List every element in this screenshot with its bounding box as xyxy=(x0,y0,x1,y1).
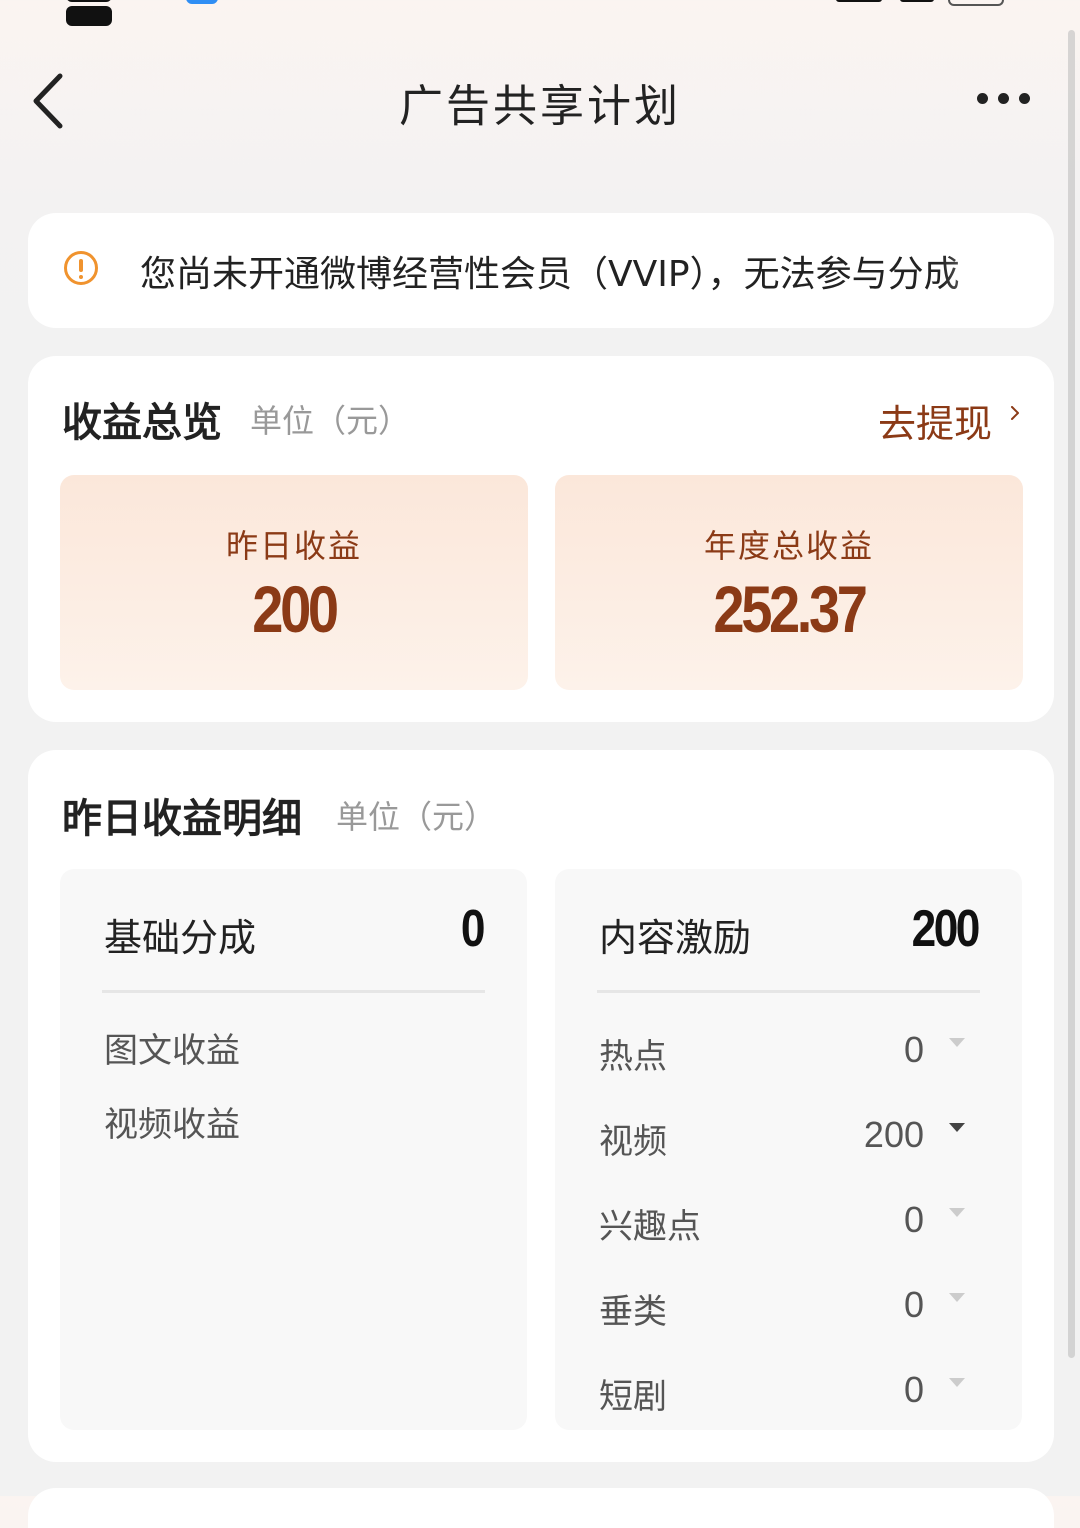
battery-icon xyxy=(948,0,1004,6)
page-title: 广告共享计划 xyxy=(399,81,681,132)
ellipsis-icon xyxy=(972,89,1035,108)
status-time xyxy=(66,0,176,26)
more-options-button[interactable] xyxy=(972,84,1042,114)
signal-icon xyxy=(836,0,882,2)
row-value: 0 xyxy=(903,1029,924,1070)
scrollbar[interactable] xyxy=(1068,30,1075,1358)
row-value: 0 xyxy=(903,1284,924,1325)
divider xyxy=(597,990,980,993)
yesterday-earnings-value: 200 xyxy=(252,572,339,646)
earnings-overview-card: 收益总览 单位（元） 去提现 昨日收益 200 年度总收益 252.37 xyxy=(28,356,1054,722)
content-incentive-label: 内容激励 xyxy=(599,916,752,960)
caret-down-icon[interactable] xyxy=(949,1038,965,1047)
warning-circle-icon xyxy=(64,251,98,285)
annual-earnings-value: 252.37 xyxy=(713,572,868,646)
content-incentive-total: 200 xyxy=(911,900,981,958)
row-value: 0 xyxy=(903,1369,924,1410)
row-label: 视频 xyxy=(599,1122,667,1162)
content-incentive-panel: 内容激励 200 热点 0 视频 200 兴趣点 0 垂类 0 短剧 0 xyxy=(555,869,1022,1430)
detail-unit: 单位（元） xyxy=(336,798,497,836)
wifi-icon xyxy=(900,0,934,2)
overview-unit: 单位（元） xyxy=(250,402,411,440)
base-share-label: 基础分成 xyxy=(104,916,257,960)
row-value: 0 xyxy=(903,1199,924,1240)
divider xyxy=(102,990,485,993)
next-card xyxy=(28,1488,1054,1528)
row-label: 兴趣点 xyxy=(599,1207,701,1247)
caret-down-icon[interactable] xyxy=(949,1208,965,1217)
base-share-total: 0 xyxy=(460,900,486,958)
chevron-right-icon[interactable] xyxy=(1008,406,1022,420)
status-bar xyxy=(0,0,1080,26)
yesterday-earnings-box[interactable]: 昨日收益 200 xyxy=(60,475,528,690)
annual-earnings-box[interactable]: 年度总收益 252.37 xyxy=(555,475,1023,690)
annual-earnings-label: 年度总收益 xyxy=(703,527,874,565)
row-label: 短剧 xyxy=(599,1377,667,1417)
yesterday-detail-card: 昨日收益明细 单位（元） 基础分成 0 图文收益 视频收益 内容激励 200 热… xyxy=(28,750,1054,1462)
withdraw-link[interactable]: 去提现 xyxy=(878,393,992,448)
vvip-notice-banner[interactable]: 您尚未开通微博经营性会员（VVIP），无法参与分成 xyxy=(28,213,1054,328)
detail-title: 昨日收益明细 xyxy=(62,796,302,842)
caret-down-icon[interactable] xyxy=(949,1378,965,1387)
list-item: 视频收益 xyxy=(104,1105,240,1145)
row-label: 垂类 xyxy=(599,1292,667,1332)
row-label: 热点 xyxy=(599,1037,667,1077)
caret-down-icon[interactable] xyxy=(949,1123,965,1132)
caret-down-icon[interactable] xyxy=(949,1293,965,1302)
row-value: 200 xyxy=(863,1114,924,1155)
notice-text: 您尚未开通微博经营性会员（VVIP），无法参与分成 xyxy=(140,254,960,295)
yesterday-earnings-label: 昨日收益 xyxy=(225,527,362,565)
notification-badge-icon xyxy=(186,0,218,4)
overview-title: 收益总览 xyxy=(62,400,222,446)
base-share-panel: 基础分成 0 图文收益 视频收益 xyxy=(60,869,527,1430)
list-item: 图文收益 xyxy=(104,1031,240,1071)
top-nav-bar: 广告共享计划 xyxy=(0,50,1080,150)
